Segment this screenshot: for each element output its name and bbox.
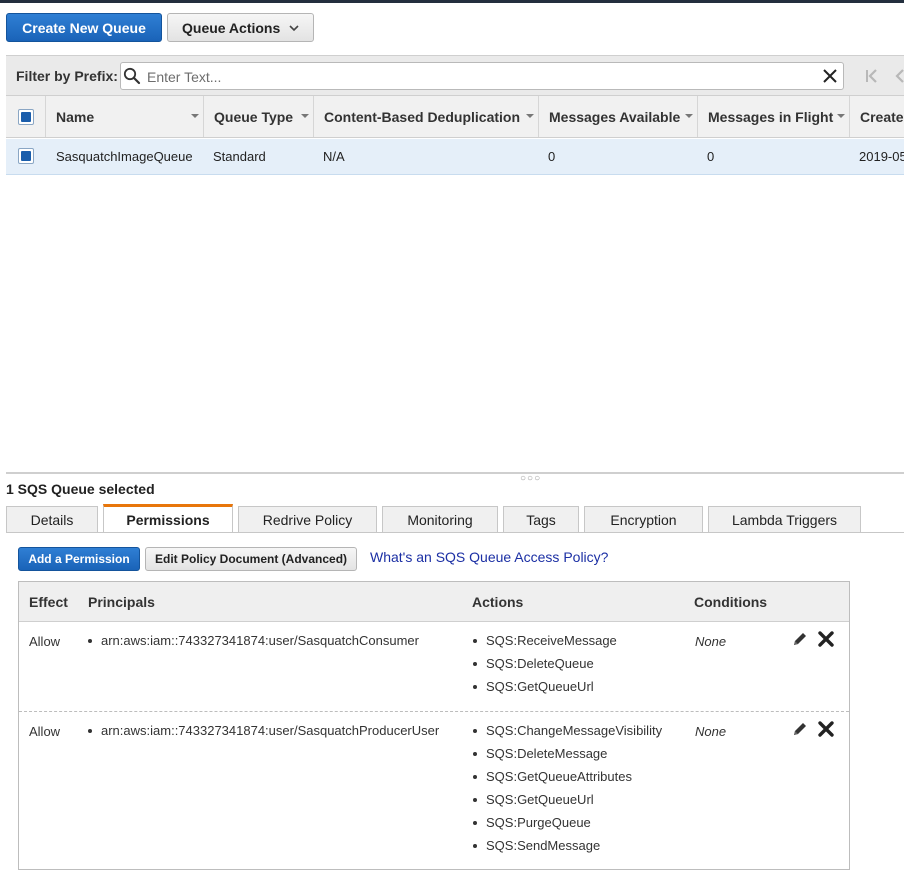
permissions-table: Effect Principals Actions Conditions All… xyxy=(18,581,850,870)
created-value: 2019-05 xyxy=(859,149,904,164)
queue-grid-header: Name Queue Type Content-Based Deduplicat… xyxy=(6,96,904,138)
close-icon[interactable] xyxy=(823,69,837,83)
action-item: SQS:ReceiveMessage xyxy=(471,633,617,656)
first-page-icon[interactable] xyxy=(865,69,881,83)
column-header-name[interactable]: Name xyxy=(46,96,204,137)
permission-effect: Allow xyxy=(29,724,61,739)
create-new-queue-button[interactable]: Create New Queue xyxy=(6,13,162,42)
top-border xyxy=(0,0,904,3)
tab-permissions[interactable]: Permissions xyxy=(103,504,233,532)
column-header-label: Name xyxy=(56,108,95,125)
tab-details[interactable]: Details xyxy=(6,506,98,533)
principal-item: arn:aws:iam::743327341874:user/Sasquatch… xyxy=(86,723,439,746)
sort-caret-icon xyxy=(837,114,845,118)
action-item: SQS:GetQueueAttributes xyxy=(471,769,662,792)
column-header-label: Messages in Flight xyxy=(708,108,834,125)
messages-in-flight-value: 0 xyxy=(707,149,715,164)
column-header-created[interactable]: Create xyxy=(850,96,904,137)
column-header-label: Create xyxy=(860,108,904,125)
permission-actions: SQS:ChangeMessageVisibility SQS:DeleteMe… xyxy=(471,723,662,861)
action-item: SQS:ChangeMessageVisibility xyxy=(471,723,662,746)
header-conditions: Conditions xyxy=(694,594,768,610)
permissions-table-header: Effect Principals Actions Conditions xyxy=(19,582,849,622)
dedup-value: N/A xyxy=(323,149,345,164)
tab-encryption[interactable]: Encryption xyxy=(584,506,703,533)
tab-monitoring[interactable]: Monitoring xyxy=(382,506,498,533)
pencil-icon[interactable] xyxy=(791,720,809,738)
select-all-cell xyxy=(6,96,46,137)
queue-actions-button[interactable]: Queue Actions xyxy=(167,13,314,42)
pencil-icon[interactable] xyxy=(791,630,809,648)
tab-lambda-triggers[interactable]: Lambda Triggers xyxy=(708,506,861,533)
select-all-checkbox[interactable] xyxy=(18,109,34,125)
tab-tags[interactable]: Tags xyxy=(503,506,579,533)
row-divider xyxy=(19,711,849,712)
column-header-messages-in-flight[interactable]: Messages in Flight xyxy=(698,96,850,137)
column-header-queue-type[interactable]: Queue Type xyxy=(204,96,314,137)
filter-input[interactable] xyxy=(145,66,809,88)
access-policy-help-link[interactable]: What's an SQS Queue Access Policy? xyxy=(370,549,608,565)
action-item: SQS:GetQueueUrl xyxy=(471,679,617,702)
queue-actions-label: Queue Actions xyxy=(182,19,281,36)
permission-effect: Allow xyxy=(29,634,61,649)
permission-conditions: None xyxy=(695,634,727,649)
sort-caret-icon xyxy=(685,114,693,118)
column-header-dedup[interactable]: Content-Based Deduplication xyxy=(314,96,539,137)
permission-conditions: None xyxy=(695,724,727,739)
column-header-messages-available[interactable]: Messages Available xyxy=(539,96,698,137)
permission-principals: arn:aws:iam::743327341874:user/Sasquatch… xyxy=(86,723,439,746)
column-header-label: Queue Type xyxy=(214,108,294,125)
delete-x-icon[interactable] xyxy=(817,720,835,738)
row-checkbox[interactable] xyxy=(18,148,34,164)
header-effect: Effect xyxy=(29,594,68,610)
sort-caret-icon xyxy=(191,114,199,118)
prev-page-icon[interactable] xyxy=(895,69,904,83)
permission-principals: arn:aws:iam::743327341874:user/Sasquatch… xyxy=(86,633,419,656)
action-item: SQS:PurgeQueue xyxy=(471,815,662,838)
tab-divider xyxy=(6,532,904,533)
action-item: SQS:SendMessage xyxy=(471,838,662,861)
action-item: SQS:DeleteQueue xyxy=(471,656,617,679)
column-header-label: Messages Available xyxy=(549,108,681,125)
filter-bar: Filter by Prefix: xyxy=(6,55,904,96)
add-permission-button[interactable]: Add a Permission xyxy=(18,547,140,571)
splitter-grip-icon[interactable]: ○○○ xyxy=(520,473,541,484)
delete-x-icon[interactable] xyxy=(817,630,835,648)
search-icon xyxy=(123,67,141,85)
filter-input-box[interactable] xyxy=(120,62,844,90)
edit-policy-document-button[interactable]: Edit Policy Document (Advanced) xyxy=(145,547,357,571)
filter-label: Filter by Prefix: xyxy=(16,68,118,84)
selection-status: 1 SQS Queue selected xyxy=(6,481,155,497)
chevron-down-icon xyxy=(289,25,299,32)
tab-redrive-policy[interactable]: Redrive Policy xyxy=(238,506,377,533)
sort-caret-icon xyxy=(301,114,309,118)
column-header-label: Content-Based Deduplication xyxy=(324,108,521,125)
permission-actions: SQS:ReceiveMessage SQS:DeleteQueue SQS:G… xyxy=(471,633,617,702)
action-item: SQS:GetQueueUrl xyxy=(471,792,662,815)
header-actions: Actions xyxy=(472,594,524,610)
panel-splitter[interactable] xyxy=(6,472,904,474)
sort-caret-icon xyxy=(526,114,534,118)
principal-item: arn:aws:iam::743327341874:user/Sasquatch… xyxy=(86,633,419,656)
messages-available-value: 0 xyxy=(548,149,556,164)
header-principals: Principals xyxy=(88,594,155,610)
queue-type: Standard xyxy=(213,149,266,164)
action-item: SQS:DeleteMessage xyxy=(471,746,662,769)
table-row[interactable]: SasquatchImageQueue Standard N/A 0 0 201… xyxy=(6,139,904,175)
queue-name: SasquatchImageQueue xyxy=(56,149,193,164)
